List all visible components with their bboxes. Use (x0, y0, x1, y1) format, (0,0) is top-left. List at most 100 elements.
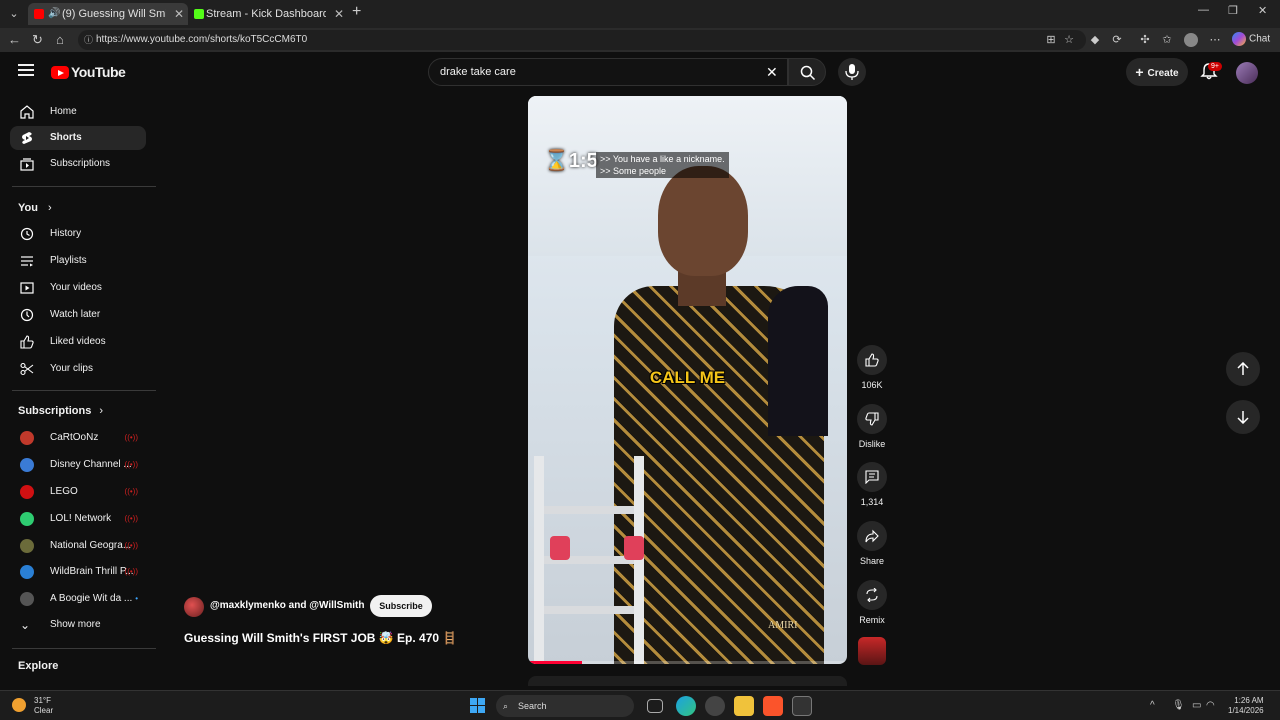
sidebar-item-subscription[interactable]: LEGO ((•)) (10, 480, 146, 504)
search-input[interactable]: drake take care (428, 58, 788, 86)
copilot-chat-button[interactable]: Chat (1232, 32, 1270, 46)
sidebar-item-your-videos[interactable]: Your videos (10, 276, 146, 300)
share-action[interactable]: Share (856, 521, 888, 566)
sidebar-item-watch-later[interactable]: Watch later (10, 303, 146, 327)
close-window-button[interactable]: ✕ (1258, 4, 1267, 17)
live-indicator-icon: ((•)) (124, 487, 138, 496)
sidebar-item-your-clips[interactable]: Your clips (10, 357, 146, 381)
search-button[interactable] (788, 58, 826, 86)
refresh-extension-icon[interactable]: ⟳ (1110, 33, 1124, 47)
display-tray-icon[interactable]: ▭ (1192, 700, 1201, 711)
edge-browser-icon[interactable] (676, 696, 696, 716)
file-explorer-icon[interactable] (734, 696, 754, 716)
obs-icon[interactable] (705, 696, 725, 716)
create-button[interactable]: + Create (1126, 58, 1188, 86)
epic-games-icon[interactable] (792, 696, 812, 716)
sound-source-thumbnail[interactable] (858, 637, 886, 665)
site-info-icon[interactable]: ⓘ (84, 30, 93, 50)
minimize-button[interactable]: — (1198, 4, 1209, 16)
dislike-button[interactable] (857, 404, 887, 434)
sidebar-item-playlists[interactable]: Playlists (10, 249, 146, 273)
extensions-puzzle-icon[interactable]: ✣ (1138, 33, 1152, 47)
remix-action[interactable]: Remix (856, 580, 888, 625)
sidebar-item-label: Watch later (50, 309, 101, 320)
close-tab-icon[interactable]: ✕ (174, 3, 184, 25)
sidebar-divider (12, 186, 156, 187)
clear-search-icon[interactable]: ✕ (766, 64, 778, 81)
reload-button[interactable]: ↻ (32, 32, 43, 48)
restore-button[interactable]: ❐ (1228, 4, 1238, 17)
video-progress-bar[interactable] (528, 661, 847, 664)
sidebar-item-history[interactable]: History (10, 222, 146, 246)
share-button[interactable] (857, 521, 887, 551)
like-action[interactable]: 106K (856, 345, 888, 390)
subscriptions-section-heading[interactable]: Subscriptions › (18, 405, 103, 417)
more-options-icon[interactable]: ⋯ (1208, 33, 1222, 47)
sidebar-item-subscription[interactable]: A Boogie Wit da ... • (10, 587, 146, 611)
subscriptions-icon (20, 158, 34, 171)
next-short-button[interactable] (1226, 400, 1260, 434)
channel-label: LOL! Network (50, 513, 112, 524)
sidebar-item-subscription[interactable]: WildBrain Thrill P... ((•)) (10, 560, 146, 584)
short-video-player[interactable]: ⌛1:5 >> You have a like a nickname. >> S… (528, 96, 847, 664)
sidebar-item-subscription[interactable]: LOL! Network ((•)) (10, 507, 146, 531)
sidebar-item-subscription[interactable]: National Geogra... ((•)) (10, 534, 146, 558)
guide-menu-icon[interactable] (18, 64, 34, 78)
network-tray-icon[interactable]: ◠ (1206, 700, 1215, 711)
sidebar-item-home[interactable]: Home (10, 100, 146, 124)
section-title: You (18, 202, 38, 214)
new-tab-button[interactable]: + (352, 3, 361, 21)
tab-youtube[interactable]: 🔊 (9) Guessing Will Smith's FIRS ✕ (28, 3, 188, 25)
short-title[interactable]: Guessing Will Smith's FIRST JOB 🤯 Ep. 47… (184, 631, 457, 645)
tab-kick-dashboard[interactable]: Stream - Kick Dashboard ✕ (188, 3, 348, 25)
microphone-tray-icon[interactable]: 🎙 (1172, 700, 1185, 711)
sidebar-item-subscription[interactable]: CaRtOoNz ((•)) (10, 426, 146, 450)
profile-icon[interactable] (1184, 33, 1198, 47)
taskbar-search-label: Search (518, 701, 547, 711)
previous-short-button[interactable] (1226, 352, 1260, 386)
youtube-logo[interactable]: YouTube (51, 64, 126, 80)
caption-line: >> You have a like a nickname. (600, 154, 725, 164)
home-button[interactable]: ⌂ (56, 32, 64, 47)
task-view-icon[interactable] (647, 699, 663, 713)
extension-icon[interactable]: ◆ (1088, 33, 1102, 47)
brave-browser-icon[interactable] (763, 696, 783, 716)
url-field[interactable]: ⓘ https://www.youtube.com/shorts/koT5CcC… (78, 30, 1086, 50)
create-label: Create (1147, 68, 1179, 79)
comments-button[interactable] (857, 462, 887, 492)
system-clock[interactable]: 1:26 AM 1/14/2026 (1228, 696, 1264, 716)
taskbar-search[interactable]: ⌕ Search (496, 695, 634, 717)
sidebar-item-shorts[interactable]: Shorts (10, 126, 146, 150)
like-count: 106K (861, 380, 883, 390)
channel-name[interactable]: @maxklymenko and @WillSmith (210, 600, 364, 611)
back-button[interactable]: ← (8, 32, 21, 47)
search-icon (800, 65, 816, 81)
voice-search-button[interactable] (838, 58, 866, 86)
windows-start-icon[interactable] (470, 698, 485, 713)
channel-avatar[interactable] (184, 597, 204, 617)
tab-label: Stream - Kick Dashboard (206, 8, 326, 20)
sidebar-item-label: Liked videos (50, 336, 106, 347)
like-button[interactable] (857, 345, 887, 375)
show-hidden-icons[interactable]: ^ (1150, 700, 1155, 711)
app-available-icon[interactable]: ⊞ (1044, 33, 1058, 47)
comment-icon (865, 470, 879, 484)
favorites-icon[interactable]: ✩ (1160, 33, 1174, 47)
sidebar-divider (12, 390, 156, 391)
remix-button[interactable] (857, 580, 887, 610)
thumbs-down-icon (865, 412, 879, 426)
dislike-action[interactable]: Dislike (856, 404, 888, 449)
you-section-heading[interactable]: You › (18, 202, 52, 214)
account-avatar[interactable] (1236, 62, 1258, 84)
show-more-button[interactable]: ⌄ Show more (10, 613, 146, 637)
sidebar-item-subscriptions[interactable]: Subscriptions (10, 152, 146, 176)
audio-playing-icon[interactable]: 🔊 (48, 3, 60, 25)
tab-actions-menu-icon[interactable]: ⌄ (4, 4, 24, 24)
sidebar-item-liked-videos[interactable]: Liked videos (10, 330, 146, 354)
youtube-favicon-icon (34, 9, 44, 19)
favorite-star-icon[interactable]: ☆ (1062, 33, 1076, 47)
sidebar-item-subscription[interactable]: Disney Channel ... ((•)) (10, 453, 146, 477)
close-tab-icon[interactable]: ✕ (334, 3, 344, 25)
comments-action[interactable]: 1,314 (856, 462, 888, 507)
subscribe-button[interactable]: Subscribe (370, 595, 432, 617)
